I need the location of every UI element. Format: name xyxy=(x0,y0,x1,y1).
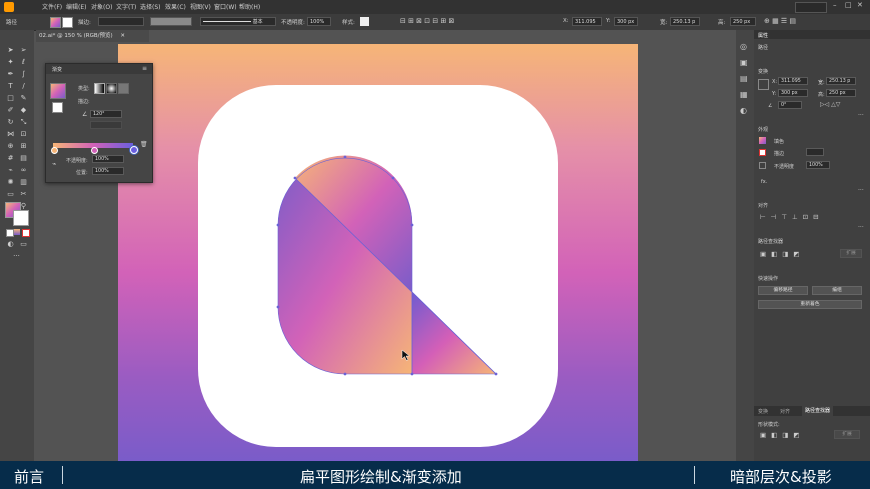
caption-separator-left xyxy=(62,466,63,484)
pathfinder-section-title: 路径查找器 xyxy=(758,239,784,245)
align-more-icon[interactable]: ··· xyxy=(858,224,864,231)
pathfinder-buttons[interactable]: ▣◧◨◩ xyxy=(760,250,805,258)
gradient-panel-title: 渐变 xyxy=(52,67,63,73)
stop-location-label: 位置: xyxy=(76,170,88,176)
caption-left: 前言 xyxy=(14,468,45,486)
caption-bar: 前言 扁平图形绘制&渐变添加 暗部层次&投影 xyxy=(0,461,870,489)
appearance-more-icon[interactable]: ··· xyxy=(858,187,864,194)
aspect-ratio-field[interactable] xyxy=(90,121,122,129)
gradient-stop-end[interactable] xyxy=(130,146,138,154)
shape-mode-expand-button[interactable]: 扩展 xyxy=(834,430,860,439)
gradient-preview-swatch[interactable] xyxy=(50,83,66,99)
properties-tab[interactable]: 属性 xyxy=(758,32,768,39)
delete-stop-icon[interactable]: 🗑 xyxy=(140,141,148,148)
gradient-stroke-swatch[interactable] xyxy=(52,102,63,113)
bottom-panel-tabs: 变换 对齐 路径查找器 xyxy=(754,406,870,416)
stop-location-field[interactable]: 100% xyxy=(92,167,124,175)
properties-tab-bar: 属性 xyxy=(754,30,870,39)
selection-kind-label: 路径 xyxy=(758,45,769,51)
prop-h-label: 高: xyxy=(818,92,825,98)
swatches-strip-icon[interactable]: ▦ xyxy=(740,90,748,99)
flip-icons[interactable]: ▷◁ △▽ xyxy=(820,101,840,108)
brushes-strip-icon[interactable]: ◐ xyxy=(740,106,747,115)
shape-mode-buttons[interactable]: ▣◧◨◩ xyxy=(760,431,805,439)
gradient-type-label: 类型: xyxy=(78,86,90,92)
quick-actions-title: 快速操作 xyxy=(758,276,779,282)
caption-center: 扁平图形绘制&渐变添加 xyxy=(300,468,462,486)
fill-label: 填色 xyxy=(774,139,785,145)
offset-path-button[interactable]: 偏移路径 xyxy=(758,286,808,295)
tab-transform[interactable]: 变换 xyxy=(758,408,768,415)
prop-w-label: 宽: xyxy=(818,80,825,86)
transform-section-title: 变换 xyxy=(758,69,769,75)
pathfinder-expand-button[interactable]: 扩展 xyxy=(840,249,862,258)
eyedropper-icon[interactable]: ⌁ xyxy=(52,160,56,168)
stop-opacity-label: 不透明度: xyxy=(66,158,88,164)
gradient-stop-start[interactable] xyxy=(51,147,58,154)
properties-strip-icon[interactable]: ◎ xyxy=(740,42,747,51)
freeform-gradient-button[interactable] xyxy=(118,83,129,94)
caption-separator-right xyxy=(694,466,695,484)
libraries-strip-icon[interactable]: ▣ xyxy=(740,58,748,67)
layers-strip-icon[interactable]: ▤ xyxy=(740,74,748,83)
stroke-label: 描边 xyxy=(774,151,785,157)
gradient-panel-header: 渐变 ≡ xyxy=(46,64,152,74)
shape-modes-label: 形状模式: xyxy=(758,422,780,428)
stop-opacity-field[interactable]: 100% xyxy=(92,155,124,163)
rotate-icon: ∠ xyxy=(768,103,773,109)
appearance-stroke-swatch[interactable] xyxy=(759,149,766,156)
prop-y-label: Y: xyxy=(772,91,777,97)
panel-menu-icon[interactable]: ≡ xyxy=(142,65,147,72)
tab-pathfinder[interactable]: 路径查找器 xyxy=(802,406,834,416)
prop-x-label: X: xyxy=(772,79,778,85)
gradient-stroke-label: 描边: xyxy=(78,99,90,105)
appearance-fill-swatch[interactable] xyxy=(759,137,766,144)
radial-gradient-button[interactable] xyxy=(106,83,117,94)
opacity-icon xyxy=(759,162,766,169)
prop-x-field[interactable]: 311.095 xyxy=(778,77,808,85)
linear-gradient-button[interactable] xyxy=(94,83,105,94)
align-buttons[interactable]: ⊢⊣⊤⊥⊡⊟ xyxy=(760,213,824,221)
stroke-weight-field-panel[interactable] xyxy=(806,148,824,156)
prop-y-field[interactable]: 300 px xyxy=(778,89,808,97)
panel-icon-strip: ◎ ▣ ▤ ▦ ◐ xyxy=(736,30,754,461)
transform-more-icon[interactable]: ··· xyxy=(858,112,864,119)
angle-icon: ∠ xyxy=(82,111,88,118)
gradient-stop-mid[interactable] xyxy=(91,147,98,154)
gradient-panel: 渐变 ≡ 类型: 描边: ∠ 120° 🗑 ⌁ 不透明度: 100% 位置: 1… xyxy=(45,63,153,183)
prop-angle-field[interactable]: 0° xyxy=(778,101,802,109)
tab-align[interactable]: 对齐 xyxy=(780,408,790,415)
recolor-button[interactable]: 重新着色 xyxy=(758,300,862,309)
appearance-opacity-field[interactable]: 100% xyxy=(806,161,830,169)
fx-button[interactable]: fx. xyxy=(761,179,767,185)
appearance-opacity-label: 不透明度 xyxy=(774,164,795,170)
group-button[interactable]: 编组 xyxy=(812,286,862,295)
reference-point-icon[interactable] xyxy=(758,79,769,90)
align-section-title: 对齐 xyxy=(758,203,769,209)
caption-right: 暗部层次&投影 xyxy=(730,468,832,486)
gradient-angle-field[interactable]: 120° xyxy=(90,110,122,118)
appearance-section-title: 外观 xyxy=(758,127,769,133)
prop-h-field[interactable]: 250 px xyxy=(826,89,856,97)
properties-panel: 属性 路径 变换 X: 311.095 宽: 250.13 p Y: 300 p… xyxy=(754,30,870,461)
prop-w-field[interactable]: 250.13 p xyxy=(826,77,856,85)
